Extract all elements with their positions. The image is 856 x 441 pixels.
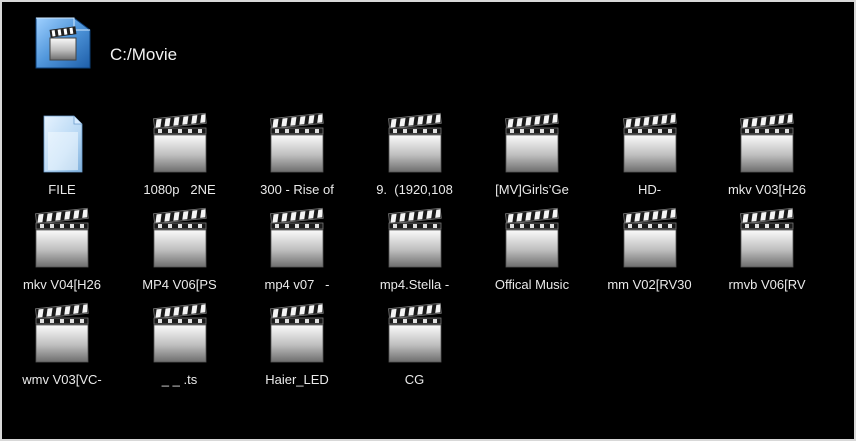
video-clapper-icon: [739, 112, 795, 174]
video-file-item[interactable]: mp4.Stella -: [357, 207, 473, 307]
video-clapper-icon: [152, 112, 208, 174]
video-clapper-icon: [269, 207, 325, 269]
item-label: mkv V04[H26: [22, 277, 102, 292]
video-file-item[interactable]: MP4 V06[PS: [122, 207, 238, 307]
video-clapper-icon: [387, 302, 443, 364]
video-clapper-icon: [739, 207, 795, 269]
video-clapper-icon: [387, 112, 443, 174]
video-file-item[interactable]: CG: [357, 302, 473, 402]
video-file-item[interactable]: mp4 v07 -: [239, 207, 355, 307]
video-clapper-icon: [34, 302, 90, 364]
video-clapper-icon: [269, 112, 325, 174]
item-label: 1080p 2NE: [143, 182, 216, 197]
video-file-item[interactable]: HD-: [592, 112, 708, 212]
video-file-item[interactable]: _ _ .ts: [122, 302, 238, 402]
video-file-item[interactable]: Haier_LED: [239, 302, 355, 402]
item-label: 9. (1920,108: [376, 182, 453, 197]
item-label: mkv V03[H26: [727, 182, 807, 197]
item-label: HD-: [637, 182, 662, 197]
item-label: [MV]Girls’Ge: [495, 182, 569, 197]
item-label: mp4.Stella -: [379, 277, 450, 292]
video-file-item[interactable]: 9. (1920,108: [357, 112, 473, 212]
item-label: _ _ .ts: [161, 372, 198, 387]
item-label: rmvb V06[RV: [728, 277, 806, 292]
item-label: CG: [404, 372, 425, 387]
item-label: Offical Music: [494, 277, 570, 292]
current-path: C:/Movie: [110, 45, 178, 64]
video-clapper-icon: [504, 207, 560, 269]
item-label: wmv V03[VC-: [22, 372, 102, 387]
item-label: mp4 v07 -: [264, 277, 330, 292]
item-label: 300 - Rise of: [260, 182, 334, 197]
item-label: FILE: [48, 182, 76, 197]
video-file-item[interactable]: Offical Music: [474, 207, 590, 307]
folder-icon: [34, 112, 90, 174]
video-clapper-icon: [387, 207, 443, 269]
video-file-item[interactable]: mkv V03[H26: [709, 112, 825, 212]
item-label: Haier_LED: [265, 372, 329, 387]
video-file-item[interactable]: mm V02[RV30: [592, 207, 708, 307]
video-file-item[interactable]: wmv V03[VC-: [4, 302, 120, 402]
video-file-item[interactable]: rmvb V06[RV: [709, 207, 825, 307]
item-label: mm V02[RV30: [607, 277, 692, 292]
video-clapper-icon: [152, 207, 208, 269]
folder-video-icon: [30, 12, 94, 72]
video-clapper-icon: [622, 112, 678, 174]
header: C:/Movie: [0, 0, 856, 80]
folder-item[interactable]: FILE: [4, 112, 120, 212]
video-clapper-icon: [34, 207, 90, 269]
video-file-item[interactable]: mkv V04[H26: [4, 207, 120, 307]
video-file-item[interactable]: [MV]Girls’Ge: [474, 112, 590, 212]
video-clapper-icon: [504, 112, 560, 174]
item-label: MP4 V06[PS: [142, 277, 217, 292]
video-file-item[interactable]: 1080p 2NE: [122, 112, 238, 212]
video-clapper-icon: [152, 302, 208, 364]
video-file-item[interactable]: 300 - Rise of: [239, 112, 355, 212]
video-clapper-icon: [622, 207, 678, 269]
video-clapper-icon: [269, 302, 325, 364]
